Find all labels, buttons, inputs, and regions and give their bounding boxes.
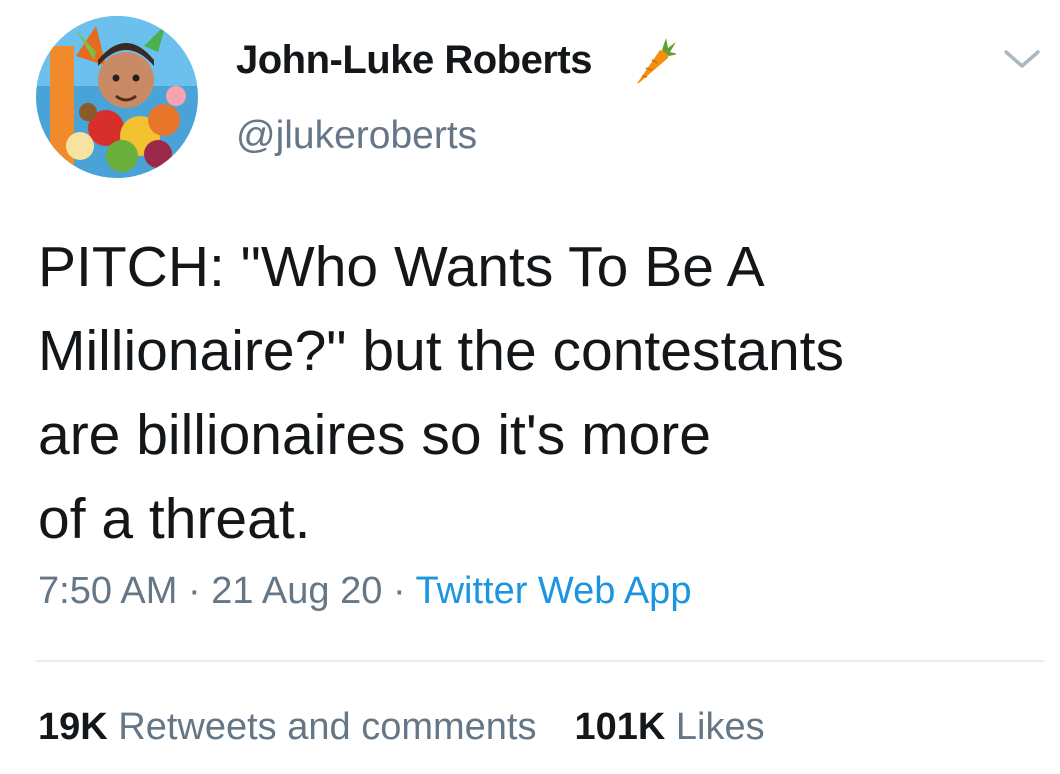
avatar-photo [36, 16, 198, 178]
author-handle[interactable]: @jlukeroberts [236, 114, 477, 158]
tweet-text-line: Millionaire?" but the contestants [38, 319, 845, 383]
author-display-name[interactable]: John-Luke Roberts [236, 38, 592, 83]
tweet-card: John-Luke Roberts @jlukeroberts PITCH: "… [0, 0, 1060, 774]
tweet-text-line: are billionaires so it's more [38, 403, 711, 467]
chevron-down-icon[interactable] [1002, 46, 1042, 72]
retweets-count: 19K [38, 706, 108, 748]
tweet-text-line: PITCH: "Who Wants To Be A [38, 235, 765, 299]
tweet-date[interactable]: 21 Aug 20 [211, 570, 382, 612]
divider [36, 660, 1044, 662]
likes-count: 101K [574, 706, 666, 748]
tweet-meta: 7:50 AM · 21 Aug 20 · Twitter Web App [38, 570, 691, 613]
likes-stat[interactable]: 101K Likes [574, 706, 764, 748]
avatar[interactable] [36, 16, 198, 178]
tweet-stats: 19K Retweets and comments 101K Likes [38, 706, 765, 749]
retweets-stat[interactable]: 19K Retweets and comments [38, 706, 536, 748]
tweet-source-link[interactable]: Twitter Web App [415, 570, 691, 612]
tweet-text-line: of a threat. [38, 487, 311, 551]
meta-separator: · [187, 570, 201, 612]
tweet-text: PITCH: "Who Wants To Be A Millionaire?" … [38, 225, 1028, 561]
carrot-icon [637, 38, 676, 84]
likes-label: Likes [675, 706, 765, 748]
meta-separator: · [392, 570, 406, 612]
retweets-label: Retweets and comments [118, 706, 537, 748]
tweet-time[interactable]: 7:50 AM [38, 570, 177, 612]
